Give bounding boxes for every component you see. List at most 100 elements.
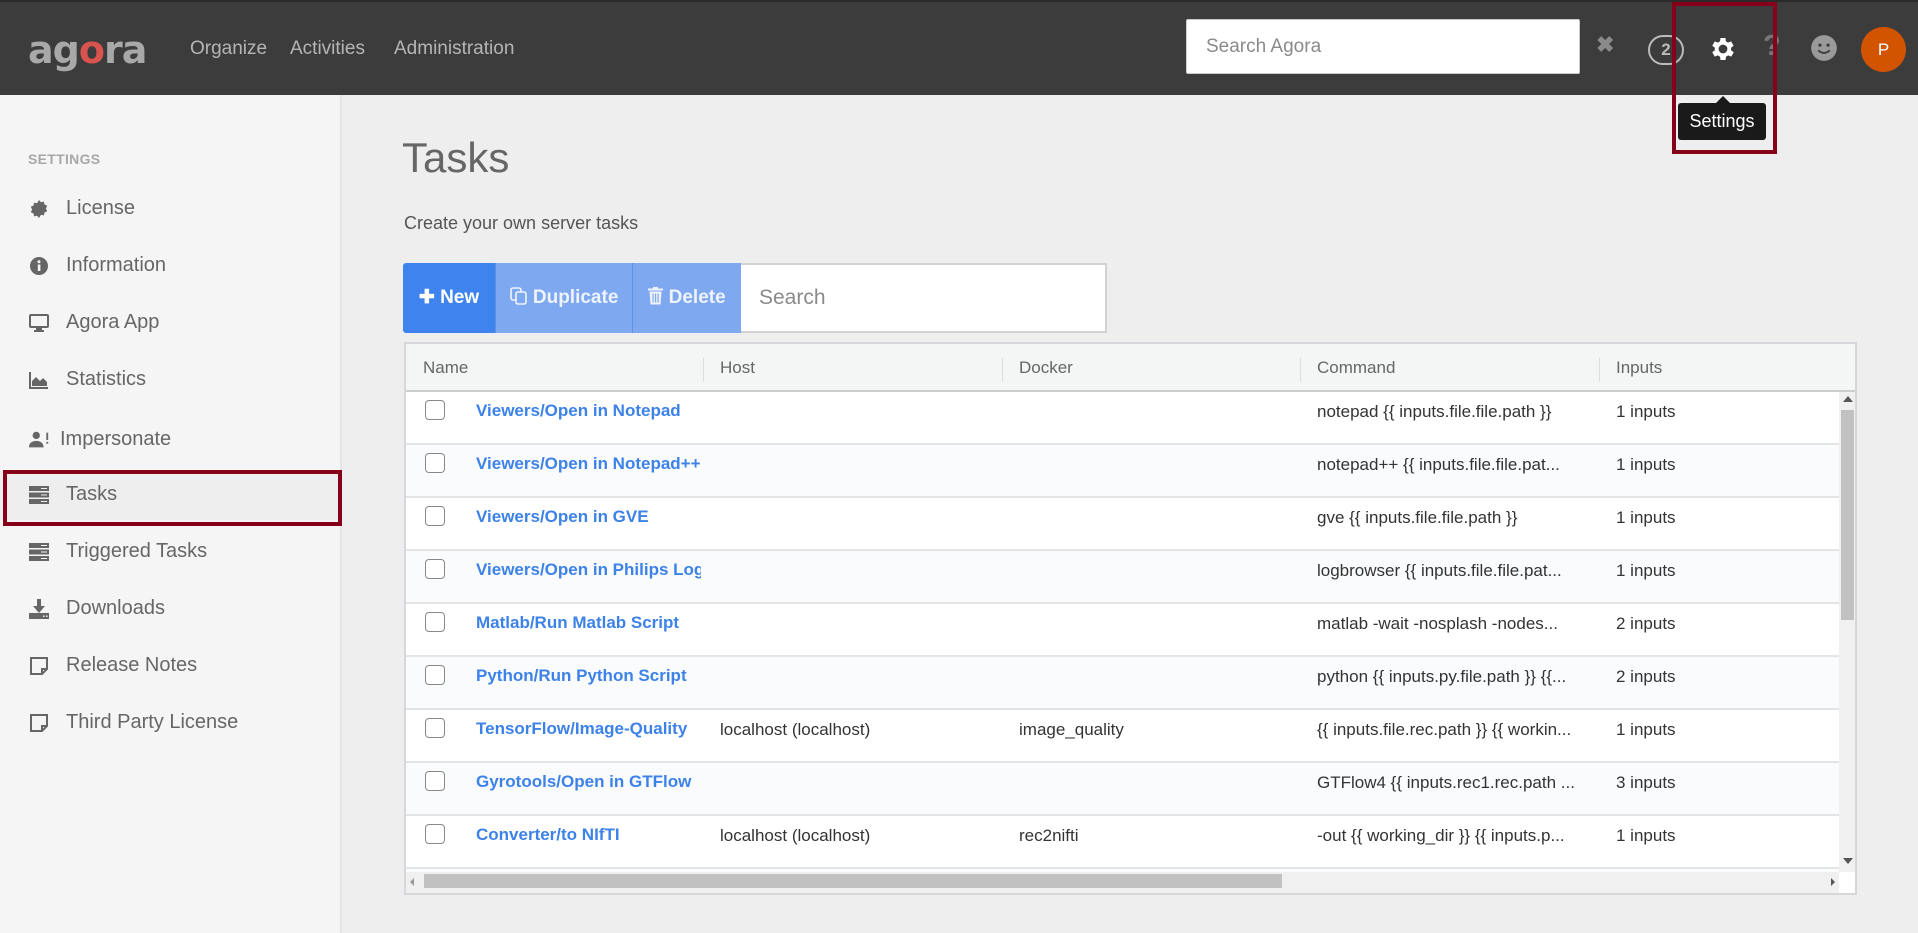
notification-badge[interactable]: 2 <box>1648 35 1684 65</box>
row-checkbox[interactable] <box>425 771 445 791</box>
table-row[interactable]: Viewers/Open in Notepad++ notepad++ {{ i… <box>406 445 1839 498</box>
logo-text-prefix: ag <box>28 28 80 72</box>
settings-tooltip: Settings <box>1678 96 1766 140</box>
table-row[interactable]: Viewers/Open in Philips Logbrowser logbr… <box>406 551 1839 604</box>
sidebar-item-statistics[interactable]: Statistics <box>0 355 340 405</box>
row-checkbox[interactable] <box>425 453 445 473</box>
download-icon <box>29 599 49 619</box>
scroll-up-arrow-icon[interactable] <box>1843 396 1853 402</box>
new-task-button[interactable]: ✚ New <box>403 263 495 333</box>
column-divider[interactable] <box>1599 358 1600 382</box>
task-name-link[interactable]: Viewers/Open in Notepad <box>476 401 701 421</box>
sidebar-item-triggered-tasks[interactable]: Triggered Tasks <box>0 527 340 577</box>
task-command: python {{ inputs.py.file.path }} {{... <box>1317 667 1567 686</box>
sidebar-item-label: License <box>66 197 135 219</box>
table-body: Viewers/Open in Notepad notepad {{ input… <box>406 392 1839 872</box>
task-name-link[interactable]: Matlab/Run Matlab Script <box>476 613 701 633</box>
row-checkbox[interactable] <box>425 559 445 579</box>
task-inputs: 2 inputs <box>1616 667 1676 686</box>
scroll-right-arrow-icon[interactable] <box>1831 878 1835 886</box>
duplicate-task-button[interactable]: Duplicate <box>495 263 632 333</box>
vertical-scrollbar[interactable] <box>1839 392 1855 872</box>
server-icon <box>29 486 49 504</box>
sidebar-item-label: Downloads <box>66 597 165 619</box>
column-header-inputs[interactable]: Inputs <box>1616 358 1662 378</box>
sidebar-item-label: Information <box>66 254 167 276</box>
row-checkbox[interactable] <box>425 506 445 526</box>
global-search-input[interactable] <box>1186 19 1580 74</box>
task-name-link[interactable]: Gyrotools/Open in GTFlow <box>476 772 701 792</box>
task-command: gve {{ inputs.file.file.path }} <box>1317 508 1518 527</box>
copy-icon <box>509 287 527 305</box>
vertical-scroll-thumb[interactable] <box>1841 410 1854 620</box>
sidebar-item-release-notes[interactable]: Release Notes <box>0 641 340 691</box>
sidebar-item-information[interactable]: Information <box>0 241 340 291</box>
sidebar-item-downloads[interactable]: Downloads <box>0 584 340 634</box>
user-avatar[interactable]: P <box>1861 27 1906 72</box>
sidebar-item-label: Tasks <box>66 483 118 505</box>
row-checkbox[interactable] <box>425 665 445 685</box>
delete-task-button[interactable]: Delete <box>632 263 741 333</box>
horizontal-scrollbar[interactable] <box>406 872 1839 893</box>
new-label: New <box>440 287 480 308</box>
gear-icon[interactable] <box>1708 34 1738 64</box>
clear-icon[interactable]: ✖ <box>1596 32 1614 58</box>
sidebar-item-impersonate[interactable]: Impersonate <box>0 415 340 465</box>
task-name-link[interactable]: Viewers/Open in GVE <box>476 507 701 527</box>
column-header-name[interactable]: Name <box>423 358 468 378</box>
delete-label: Delete <box>668 287 726 308</box>
sidebar-section-title: SETTINGS <box>28 151 101 167</box>
scroll-left-arrow-icon[interactable] <box>410 878 414 886</box>
table-row[interactable]: TensorFlow/Image-Quality localhost (loca… <box>406 710 1839 763</box>
task-command: matlab -wait -nosplash -nodes... <box>1317 614 1558 633</box>
task-name-link[interactable]: TensorFlow/Image-Quality <box>476 719 701 739</box>
sidebar-item-tasks[interactable]: Tasks <box>0 470 340 520</box>
nav-organize[interactable]: Organize <box>190 38 267 60</box>
sidebar-item-label: Release Notes <box>66 654 198 676</box>
scroll-down-arrow-icon[interactable] <box>1843 858 1853 864</box>
column-divider[interactable] <box>1002 358 1003 382</box>
task-command: -out {{ working_dir }} {{ inputs.p... <box>1317 826 1565 845</box>
table-row[interactable]: Gyrotools/Open in GTFlow GTFlow4 {{ inpu… <box>406 763 1839 816</box>
nav-administration[interactable]: Administration <box>394 38 514 60</box>
row-checkbox[interactable] <box>425 718 445 738</box>
logo-text-suffix: ra <box>103 28 147 72</box>
task-name-link[interactable]: Viewers/Open in Notepad++ <box>476 454 701 474</box>
task-name-link[interactable]: Converter/to NIfTI <box>476 825 701 845</box>
column-divider[interactable] <box>1300 358 1301 382</box>
nav-activities[interactable]: Activities <box>290 38 365 60</box>
task-name-link[interactable]: Python/Run Python Script <box>476 666 701 686</box>
table-row[interactable]: Python/Run Python Script python {{ input… <box>406 657 1839 710</box>
row-checkbox[interactable] <box>425 612 445 632</box>
table-row[interactable]: Viewers/Open in GVE gve {{ inputs.file.f… <box>406 498 1839 551</box>
task-inputs: 1 inputs <box>1616 455 1676 474</box>
smile-icon[interactable] <box>1810 34 1838 62</box>
tasks-table: Name Host Docker Command Inputs Viewers/… <box>404 342 1857 895</box>
sidebar-item-agora-app[interactable]: Agora App <box>0 298 340 348</box>
column-header-command[interactable]: Command <box>1317 358 1395 378</box>
sidebar-item-license[interactable]: License <box>0 184 340 234</box>
column-header-docker[interactable]: Docker <box>1019 358 1073 378</box>
table-row[interactable]: Viewers/Open in Notepad notepad {{ input… <box>406 392 1839 445</box>
table-row[interactable]: Converter/to NIfTI localhost (localhost)… <box>406 816 1839 869</box>
sidebar-item-third-party-license[interactable]: Third Party License <box>0 698 340 748</box>
sidebar-item-label: Triggered Tasks <box>66 540 208 562</box>
task-search-input[interactable] <box>741 263 1107 333</box>
agora-logo[interactable]: agora <box>28 28 147 72</box>
duplicate-label: Duplicate <box>532 287 619 308</box>
info-icon <box>30 257 48 275</box>
task-docker: rec2nifti <box>1019 826 1079 845</box>
plus-icon: ✚ <box>418 287 435 308</box>
help-icon[interactable]: ? <box>1763 30 1781 63</box>
task-name-link[interactable]: Viewers/Open in Philips Logbrowser <box>476 560 701 580</box>
column-header-host[interactable]: Host <box>720 358 755 378</box>
row-checkbox[interactable] <box>425 824 445 844</box>
sidebar-item-label: Agora App <box>66 311 160 333</box>
task-inputs: 3 inputs <box>1616 773 1676 792</box>
row-checkbox[interactable] <box>425 400 445 420</box>
sidebar-item-label: Third Party License <box>66 711 239 733</box>
table-row[interactable]: Matlab/Run Matlab Script matlab -wait -n… <box>406 604 1839 657</box>
column-divider[interactable] <box>703 358 704 382</box>
task-inputs: 1 inputs <box>1616 402 1676 421</box>
horizontal-scroll-thumb[interactable] <box>424 874 1282 888</box>
